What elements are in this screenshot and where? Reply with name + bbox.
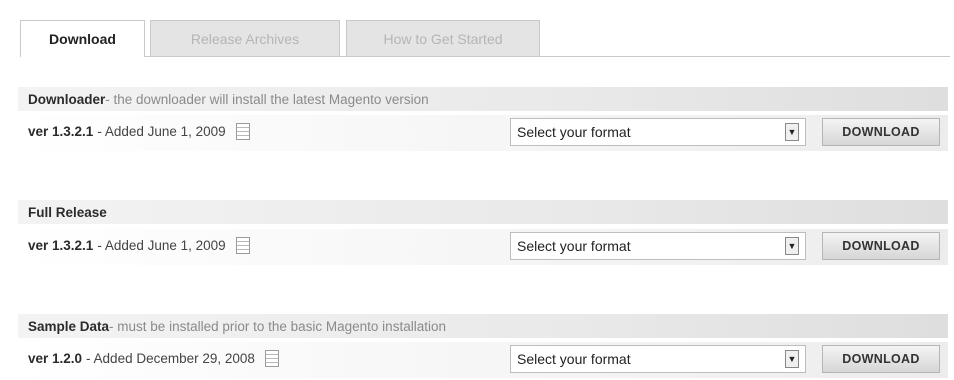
version-info: ver 1.3.2.1 - Added June 1, 2009: [28, 123, 250, 140]
added-date: - Added December 29, 2008: [86, 351, 255, 366]
download-row-full-release: ver 1.3.2.1 - Added June 1, 2009 Select …: [18, 229, 948, 265]
format-select[interactable]: Select your format ▼: [510, 345, 806, 373]
section-header-sample-data: Sample Data - must be installed prior to…: [18, 314, 948, 338]
section-description: - the downloader will install the latest…: [105, 91, 429, 107]
download-row-downloader: ver 1.3.2.1 - Added June 1, 2009 Select …: [18, 115, 948, 151]
format-select-value: Select your format: [517, 124, 631, 140]
version-label: ver 1.3.2.1: [28, 124, 94, 139]
tab-bar: Download Release Archives How to Get Sta…: [20, 12, 950, 57]
section-title: Downloader: [28, 91, 106, 107]
download-button[interactable]: DOWNLOAD: [822, 232, 940, 260]
document-icon[interactable]: [264, 350, 279, 367]
version-info: ver 1.3.2.1 - Added June 1, 2009: [28, 237, 250, 254]
document-icon[interactable]: [235, 237, 250, 254]
format-select-value: Select your format: [517, 351, 631, 367]
download-row-sample-data: ver 1.2.0 - Added December 29, 2008 Sele…: [18, 342, 948, 378]
download-button[interactable]: DOWNLOAD: [822, 345, 940, 373]
dropdown-arrow-icon[interactable]: ▼: [785, 350, 799, 368]
added-date: - Added June 1, 2009: [97, 124, 226, 139]
section-header-full-release: Full Release: [18, 200, 948, 224]
dropdown-arrow-icon[interactable]: ▼: [785, 123, 799, 141]
added-date: - Added June 1, 2009: [97, 238, 226, 253]
section-title: Full Release: [28, 204, 107, 220]
download-button[interactable]: DOWNLOAD: [822, 118, 940, 146]
document-icon[interactable]: [235, 123, 250, 140]
section-description: - must be installed prior to the basic M…: [109, 318, 446, 334]
tab-release-archives[interactable]: Release Archives: [150, 20, 340, 56]
tab-how-to-get-started[interactable]: How to Get Started: [346, 20, 540, 56]
version-label: ver 1.3.2.1: [28, 238, 94, 253]
format-select-value: Select your format: [517, 238, 631, 254]
version-label: ver 1.2.0: [28, 351, 83, 366]
section-title: Sample Data: [28, 318, 110, 334]
tab-download[interactable]: Download: [20, 20, 145, 57]
format-select[interactable]: Select your format ▼: [510, 118, 806, 146]
format-select[interactable]: Select your format ▼: [510, 232, 806, 260]
dropdown-arrow-icon[interactable]: ▼: [785, 237, 799, 255]
section-header-downloader: Downloader - the downloader will install…: [18, 87, 948, 111]
version-info: ver 1.2.0 - Added December 29, 2008: [28, 350, 279, 367]
